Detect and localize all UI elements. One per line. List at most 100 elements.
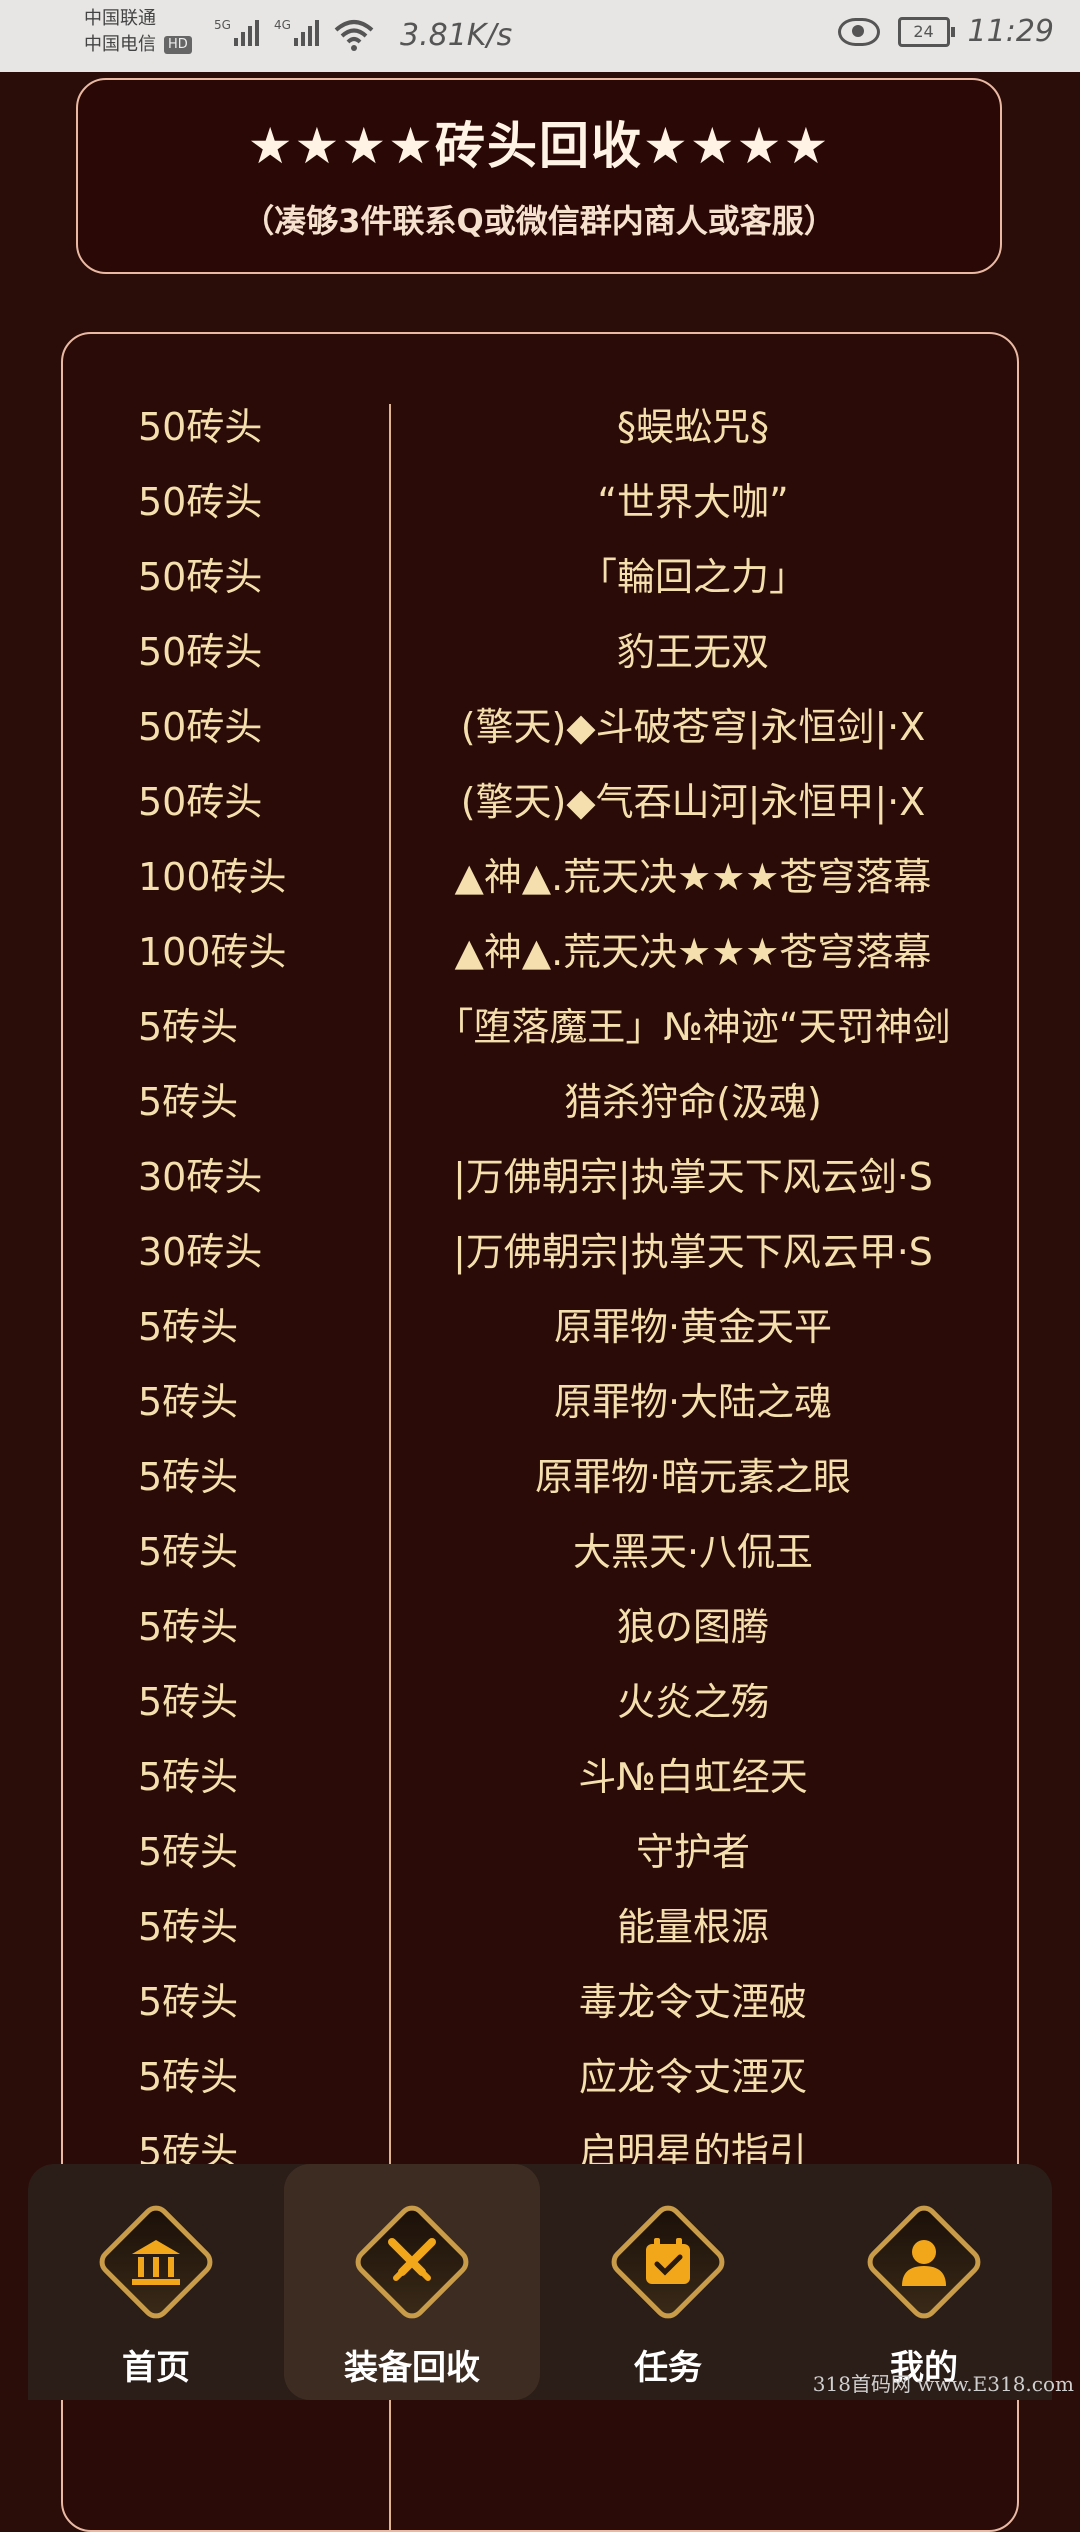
item-price: 50砖头: [138, 405, 263, 449]
calendar-check-icon: [605, 2199, 731, 2325]
carrier-2: 中国电信: [84, 34, 156, 55]
network-speed: 3.81K/s: [400, 18, 513, 53]
item-name: 原罪物·暗元素之眼: [534, 1455, 852, 1499]
list-item: 100砖头 ▲神▲.荒天决★★★苍穹落幕: [63, 836, 1017, 911]
list-item: 5砖头 「堕落魔王」№神迹“天罚神剑: [63, 986, 1017, 1061]
item-name: “世界大咖”: [597, 480, 789, 524]
crossed-swords-icon: [349, 2199, 475, 2325]
list-item: 50砖头 豹王无双: [63, 611, 1017, 686]
item-name: 狼の图腾: [616, 1605, 769, 1649]
list-item: 5砖头 原罪物·黄金天平: [63, 1286, 1017, 1361]
wifi-icon: [334, 20, 374, 51]
nav-me[interactable]: 我的: [796, 2164, 1052, 2400]
signal-5g-label: 5G: [214, 18, 231, 32]
item-price: 5砖头: [138, 1905, 239, 1949]
item-name: 斗№白虹经天: [578, 1755, 808, 1799]
recycle-list: 50砖头 §蜈蚣咒§ 50砖头 “世界大咖” 50砖头 「輪回之力」 50砖头 豹王无双 50砖…: [63, 386, 1017, 2186]
list-item: 50砖头 §蜈蚣咒§: [63, 386, 1017, 461]
page-subtitle: （凑够3件联系Q或微信群内商人或客服）: [242, 202, 836, 240]
list-item: 5砖头 守护者: [63, 1811, 1017, 1886]
item-price: 100砖头: [138, 930, 287, 974]
user-icon: [861, 2199, 987, 2325]
item-price: 5砖头: [138, 2055, 239, 2099]
item-name: 火炎之殇: [616, 1680, 769, 1724]
list-item: 5砖头 应龙令丈湮灭: [63, 2036, 1017, 2111]
nav-equipment-recycle-label: 装备回收: [344, 2348, 480, 2388]
item-name: 「輪回之力」: [578, 555, 807, 599]
item-price: 5砖头: [138, 1005, 239, 1049]
item-name: 原罪物·黄金天平: [553, 1305, 833, 1349]
status-bar: 中国联通 中国电信 HD 5G 4G 3.81K/s 24 11:29: [0, 0, 1080, 72]
home-icon: [93, 2199, 219, 2325]
item-name: 原罪物·大陆之魂: [553, 1380, 833, 1424]
nav-tasks[interactable]: 任务: [540, 2164, 796, 2400]
list-item: 30砖头 |万佛朝宗|执掌天下风云甲·S: [63, 1211, 1017, 1286]
list-item: 5砖头 毒龙令丈湮破: [63, 1961, 1017, 2036]
item-price: 30砖头: [138, 1230, 263, 1274]
list-item: 100砖头 ▲神▲.荒天决★★★苍穹落幕: [63, 911, 1017, 986]
list-item: 5砖头 原罪物·大陆之魂: [63, 1361, 1017, 1436]
item-name: 守护者: [635, 1830, 750, 1874]
watermark: 318首码网 www.E318.com: [812, 2372, 1074, 2396]
item-price: 30砖头: [138, 1155, 263, 1199]
item-name: ▲神▲.荒天决★★★苍穹落幕: [454, 855, 932, 899]
item-name: 豹王无双: [616, 630, 769, 674]
item-name: |万佛朝宗|执掌天下风云剑·S: [453, 1155, 933, 1199]
bottom-nav: 首页 装备回收 任务 我的: [28, 2164, 1052, 2400]
list-item: 5砖头 火炎之殇: [63, 1661, 1017, 1736]
item-price: 5砖头: [138, 1755, 239, 1799]
page-title: ★★★★砖头回收★★★★: [247, 117, 831, 175]
item-price: 50砖头: [138, 480, 263, 524]
item-name: 应龙令丈湮灭: [578, 2055, 807, 2099]
signal-bars-2-icon: [294, 20, 319, 46]
item-price: 5砖头: [138, 1305, 239, 1349]
list-item: 5砖头 大黑天·八侃玉: [63, 1511, 1017, 1586]
nav-tasks-label: 任务: [634, 2348, 702, 2388]
signal-bars-icon: [234, 20, 259, 46]
item-price: 5砖头: [138, 1530, 239, 1574]
item-price: 5砖头: [138, 1980, 239, 2024]
item-price: 50砖头: [138, 630, 263, 674]
list-item: 50砖头 「輪回之力」: [63, 536, 1017, 611]
item-price: 5砖头: [138, 1830, 239, 1874]
item-price: 5砖头: [138, 1080, 239, 1124]
nav-home[interactable]: 首页: [28, 2164, 284, 2400]
nav-home-label: 首页: [122, 2348, 190, 2388]
item-name: 大黑天·八侃玉: [572, 1530, 814, 1574]
battery-icon: 24: [897, 16, 955, 47]
item-name: |万佛朝宗|执掌天下风云甲·S: [453, 1230, 933, 1274]
item-price: 100砖头: [138, 855, 287, 899]
item-price: 50砖头: [138, 555, 263, 599]
header-card: ★★★★砖头回收★★★★ （凑够3件联系Q或微信群内商人或客服）: [76, 78, 1002, 274]
carrier-1: 中国联通: [84, 8, 156, 29]
carrier-info: 中国联通 中国电信 HD: [84, 6, 192, 58]
list-item: 30砖头 |万佛朝宗|执掌天下风云剑·S: [63, 1136, 1017, 1211]
item-price: 5砖头: [138, 1605, 239, 1649]
item-price: 5砖头: [138, 1680, 239, 1724]
item-price: 5砖头: [138, 1380, 239, 1424]
list-item: 5砖头 原罪物·暗元素之眼: [63, 1436, 1017, 1511]
list-item: 5砖头 狼の图腾: [63, 1586, 1017, 1661]
list-item: 50砖头 (擎天)◆斗破苍穹|永恒剑|·X: [63, 686, 1017, 761]
signal-4g-label: 4G: [274, 18, 291, 32]
item-name: (擎天)◆斗破苍穹|永恒剑|·X: [460, 705, 926, 749]
list-item: 5砖头 斗№白虹经天: [63, 1736, 1017, 1811]
list-item: 50砖头 “世界大咖”: [63, 461, 1017, 536]
item-price: 50砖头: [138, 705, 263, 749]
list-item: 5砖头 能量根源: [63, 1886, 1017, 1961]
item-name: 毒龙令丈湮破: [578, 1980, 807, 2024]
list-item: 5砖头 猎杀狩命(汲魂): [63, 1061, 1017, 1136]
item-price: 5砖头: [138, 1455, 239, 1499]
item-name: 能量根源: [616, 1905, 769, 1949]
hd-badge: HD: [164, 36, 192, 54]
item-name: 猎杀狩命(汲魂): [564, 1080, 822, 1124]
item-name: 「堕落魔王」№神迹“天罚神剑: [435, 1005, 951, 1049]
item-name: §蜈蚣咒§: [616, 405, 769, 449]
nav-equipment-recycle[interactable]: 装备回收: [284, 2164, 540, 2400]
item-price: 50砖头: [138, 780, 263, 824]
clock: 11:29: [967, 14, 1054, 49]
eye-comfort-icon: [837, 17, 880, 46]
list-item: 50砖头 (擎天)◆气吞山河|永恒甲|·X: [63, 761, 1017, 836]
item-name: (擎天)◆气吞山河|永恒甲|·X: [460, 780, 926, 824]
item-name: ▲神▲.荒天决★★★苍穹落幕: [454, 930, 932, 974]
